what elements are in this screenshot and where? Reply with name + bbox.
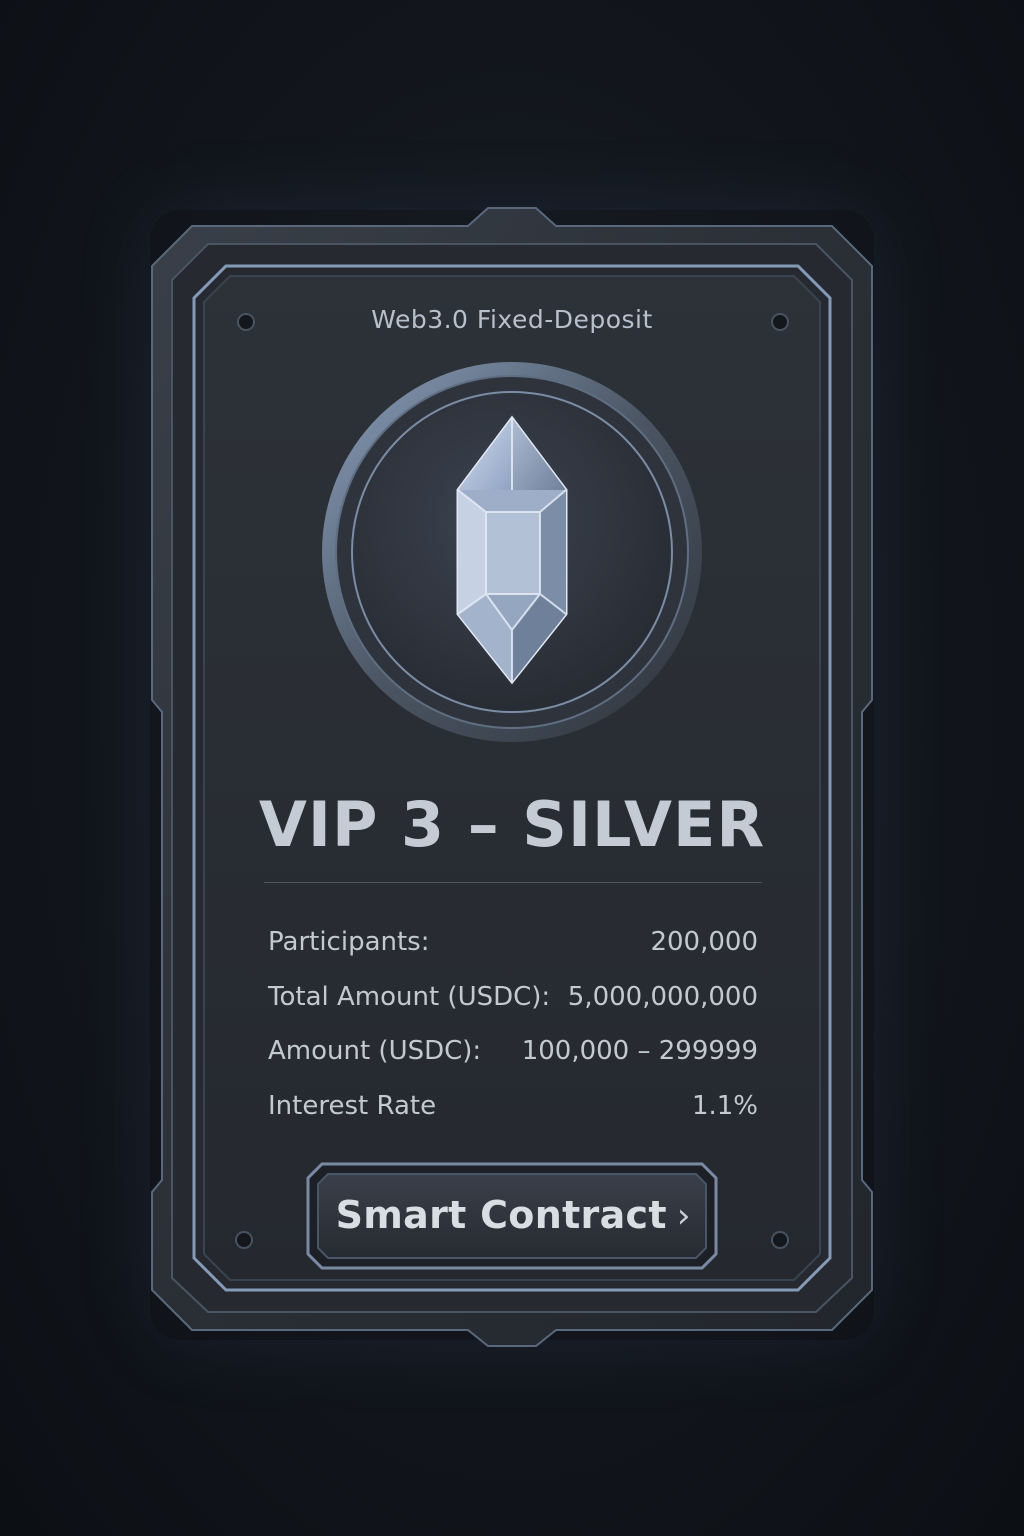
stat-value: 1.1% [691, 1090, 758, 1121]
stat-label: Amount (USDC): [268, 1036, 482, 1067]
smart-contract-button[interactable]: Smart Contract › [312, 1164, 714, 1266]
stat-row-amount-range: Amount (USDC): 100,000 – 299999 [268, 1024, 758, 1079]
divider [264, 882, 762, 883]
smart-contract-button-label: Smart Contract [335, 1193, 667, 1237]
chevron-right-icon: › [676, 1196, 691, 1236]
stats-list: Participants: 200,000 Total Amount (USDC… [268, 915, 758, 1133]
page: Web3.0 Fixed-Deposit VIP 3 – SILVER Part… [0, 0, 1024, 1536]
stat-row-total-amount: Total Amount (USDC): 5,000,000,000 [268, 970, 758, 1025]
stat-value: 200,000 [650, 927, 758, 958]
stat-row-interest-rate: Interest Rate 1.1% [268, 1079, 758, 1134]
stat-label: Participants: [268, 927, 430, 958]
stat-label: Total Amount (USDC): [268, 981, 551, 1012]
stat-row-participants: Participants: 200,000 [268, 915, 758, 970]
crystal-gem-icon [322, 362, 702, 742]
tier-title: VIP 3 – SILVER [258, 788, 766, 861]
stat-value: 100,000 – 299999 [521, 1036, 758, 1067]
card-frame [151, 207, 873, 1347]
stat-label: Interest Rate [268, 1090, 437, 1121]
card-header: Web3.0 Fixed-Deposit [371, 305, 653, 334]
stat-value: 5,000,000,000 [567, 981, 758, 1012]
